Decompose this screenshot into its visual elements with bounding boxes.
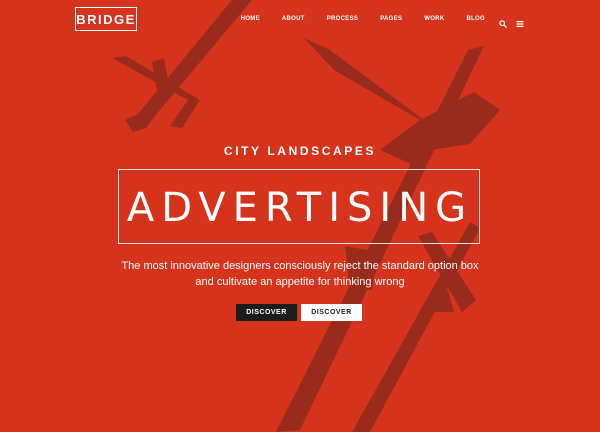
hero-description: The most innovative designers consciousl… — [0, 258, 600, 290]
brand-logo[interactable]: BRIDGE — [75, 7, 137, 31]
search-icon[interactable] — [499, 15, 507, 28]
nav-item-pages[interactable]: PAGES — [380, 15, 402, 23]
nav-item-work[interactable]: WORK — [424, 15, 444, 23]
discover-button-primary[interactable]: DISCOVER — [236, 304, 297, 321]
nav-item-home[interactable]: HOME — [241, 15, 260, 23]
main-nav: HOME ABOUT PROCESS PAGES WORK BLOG — [241, 15, 524, 28]
nav-item-about[interactable]: ABOUT — [282, 15, 305, 23]
nav-item-process[interactable]: PROCESS — [327, 15, 358, 23]
hero-subtitle: CITY LANDSCAPES — [223, 144, 377, 158]
nav-item-blog[interactable]: BLOG — [466, 15, 485, 23]
hero-description-line-1: The most innovative designers consciousl… — [121, 260, 479, 272]
menu-icon[interactable] — [516, 15, 524, 27]
hero-headline: ADVERTISING — [126, 185, 474, 231]
hero-description-line-2: and cultivate an appetite for thinking w… — [195, 276, 405, 288]
discover-button-secondary[interactable]: DISCOVER — [301, 304, 362, 321]
